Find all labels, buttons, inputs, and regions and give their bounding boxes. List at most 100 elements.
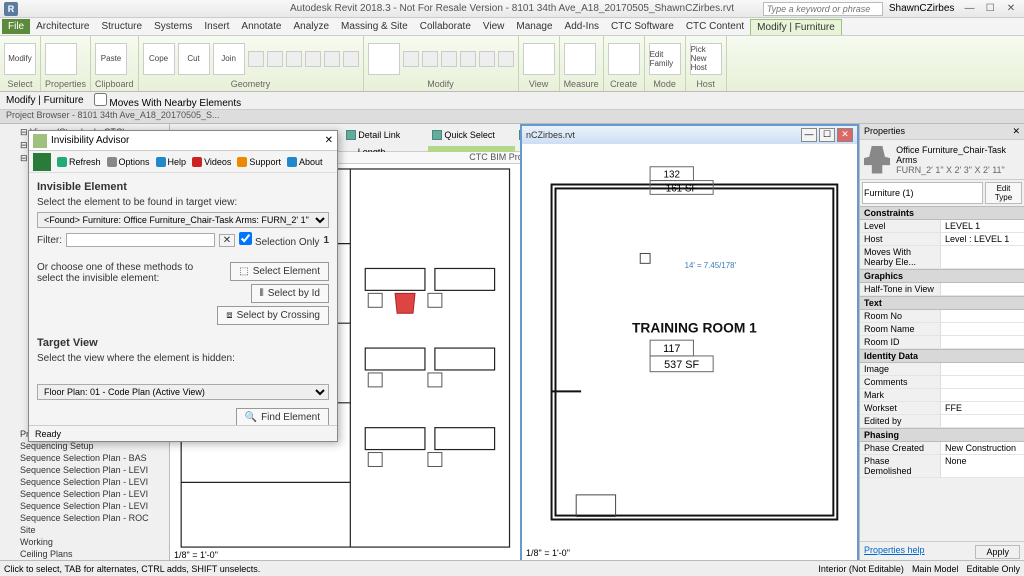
tool-icon[interactable] <box>286 51 302 67</box>
properties-help-link[interactable]: Properties help <box>864 545 925 559</box>
prop-value[interactable] <box>940 310 1024 322</box>
tab-analyze[interactable]: Analyze <box>287 19 335 34</box>
tool-icon[interactable] <box>498 51 514 67</box>
tab-massing-site[interactable]: Massing & Site <box>335 19 414 34</box>
prop-value[interactable] <box>940 389 1024 401</box>
prop-row[interactable]: Phase DemolishedNone <box>860 455 1024 478</box>
prop-row[interactable]: Room ID <box>860 336 1024 349</box>
prop-value[interactable]: FFE <box>940 402 1024 414</box>
ctc-quick-select[interactable]: Quick Select <box>428 124 514 146</box>
found-element-dropdown[interactable]: <Found> Furniture: Office Furniture_Chai… <box>37 212 329 228</box>
tree-item[interactable]: Sequence Selection Plan - ROC <box>2 512 167 524</box>
prop-row[interactable]: Comments <box>860 376 1024 389</box>
prop-value[interactable] <box>940 323 1024 335</box>
about-button[interactable]: About <box>287 157 323 167</box>
tab-ctc-content[interactable]: CTC Content <box>680 19 750 34</box>
maximize-button[interactable]: ☐ <box>981 3 999 14</box>
child-min-button[interactable]: — <box>801 128 817 142</box>
tab-structure[interactable]: Structure <box>95 19 148 34</box>
editable-only-toggle[interactable]: Editable Only <box>966 564 1020 574</box>
view-scale-left[interactable]: 1/8" = 1'-0" <box>174 550 218 560</box>
child-floor-plan[interactable]: TRAINING ROOM 1 117 537 SF 14' = 7.45/17… <box>522 144 857 560</box>
prop-row[interactable]: Room No <box>860 310 1024 323</box>
filter-input[interactable] <box>66 233 215 247</box>
tool-icon[interactable] <box>324 51 340 67</box>
prop-value[interactable]: LEVEL 1 <box>940 220 1024 232</box>
prop-value[interactable] <box>940 415 1024 427</box>
tool-icon[interactable] <box>305 51 321 67</box>
minimize-button[interactable]: — <box>960 3 978 14</box>
prop-value[interactable] <box>940 363 1024 375</box>
tab-add-ins[interactable]: Add-Ins <box>559 19 605 34</box>
edit-type-button[interactable]: Edit Type <box>985 182 1022 204</box>
tree-item[interactable]: Sequence Selection Plan - LEVI <box>2 500 167 512</box>
tree-item[interactable]: Site <box>2 524 167 536</box>
tool-icon[interactable] <box>422 51 438 67</box>
prop-row[interactable]: Mark <box>860 389 1024 402</box>
prop-value[interactable] <box>940 336 1024 348</box>
child-close-button[interactable]: ✕ <box>837 128 853 142</box>
prop-group-header[interactable]: Constraints <box>860 206 1024 220</box>
tab-insert[interactable]: Insert <box>198 19 235 34</box>
tab-file[interactable]: File <box>2 19 30 34</box>
create-button[interactable] <box>608 43 640 75</box>
select-by-id-button[interactable]: ⫴Select by Id <box>251 284 329 303</box>
tab-view[interactable]: View <box>477 19 511 34</box>
videos-button[interactable]: Videos <box>192 157 231 167</box>
prop-row[interactable]: WorksetFFE <box>860 402 1024 415</box>
tree-item[interactable]: Sequence Selection Plan - LEVI <box>2 476 167 488</box>
prop-value[interactable] <box>940 246 1024 268</box>
find-element-button[interactable]: 🔍Find Element <box>236 408 329 425</box>
prop-row[interactable]: HostLevel : LEVEL 1 <box>860 233 1024 246</box>
model-indicator[interactable]: Main Model <box>912 564 959 574</box>
ctc-detail-link[interactable]: Detail Link <box>342 124 428 146</box>
tool-icon[interactable] <box>267 51 283 67</box>
join-button[interactable]: Join <box>213 43 245 75</box>
modify-button[interactable]: Modify <box>4 43 36 75</box>
prop-value[interactable]: New Construction <box>940 442 1024 454</box>
tool-icon[interactable] <box>479 51 495 67</box>
measure-button[interactable] <box>564 43 596 75</box>
options-button[interactable]: Options <box>107 157 150 167</box>
clear-filter-icon[interactable]: ✕ <box>219 234 235 247</box>
prop-row[interactable]: Moves With Nearby Ele... <box>860 246 1024 269</box>
instance-filter-input[interactable] <box>862 182 983 204</box>
prop-row[interactable]: Room Name <box>860 323 1024 336</box>
tool-icon[interactable] <box>343 51 359 67</box>
tab-modify-furniture[interactable]: Modify | Furniture <box>750 19 842 35</box>
select-element-button[interactable]: ⬚Select Element <box>230 262 329 281</box>
view-scale-sub[interactable]: 1/8" = 1'-0" <box>526 548 570 558</box>
prop-value[interactable]: Level : LEVEL 1 <box>940 233 1024 245</box>
close-button[interactable]: ✕ <box>1002 3 1020 14</box>
tab-annotate[interactable]: Annotate <box>235 19 287 34</box>
modify-button[interactable] <box>368 43 400 75</box>
target-view-dropdown[interactable]: Floor Plan: 01 - Code Plan (Active View) <box>37 384 329 400</box>
tool-icon[interactable] <box>248 51 264 67</box>
tab-collaborate[interactable]: Collaborate <box>414 19 477 34</box>
pick-new-host-button[interactable]: Pick New Host <box>690 43 722 75</box>
prop-group-header[interactable]: Text <box>860 296 1024 310</box>
tab-manage[interactable]: Manage <box>510 19 558 34</box>
workset-indicator[interactable]: Interior (Not Editable) <box>818 564 904 574</box>
tab-systems[interactable]: Systems <box>148 19 198 34</box>
cope-button[interactable]: Cope <box>143 43 175 75</box>
prop-row[interactable]: LevelLEVEL 1 <box>860 220 1024 233</box>
prop-group-header[interactable]: Phasing <box>860 428 1024 442</box>
cut-button[interactable]: Cut <box>178 43 210 75</box>
paste-button[interactable]: Paste <box>95 43 127 75</box>
tree-item[interactable]: Sequence Selection Plan - LEVI <box>2 488 167 500</box>
help-button[interactable]: Help <box>156 157 187 167</box>
prop-row[interactable]: Image <box>860 363 1024 376</box>
prop-group-header[interactable]: Identity Data <box>860 349 1024 363</box>
prop-value[interactable]: None <box>940 455 1024 477</box>
tool-icon[interactable] <box>460 51 476 67</box>
properties-close-icon[interactable]: ✕ <box>1012 126 1020 137</box>
select-by-crossing-button[interactable]: ⧈Select by Crossing <box>217 306 329 325</box>
refresh-button[interactable]: Refresh <box>57 157 101 167</box>
child-max-button[interactable]: ☐ <box>819 128 835 142</box>
prop-row[interactable]: Edited by <box>860 415 1024 428</box>
tab-ctc-software[interactable]: CTC Software <box>605 19 680 34</box>
tree-item[interactable]: Ceiling Plans <box>2 548 167 560</box>
tool-icon[interactable] <box>403 51 419 67</box>
support-button[interactable]: Support <box>237 157 281 167</box>
